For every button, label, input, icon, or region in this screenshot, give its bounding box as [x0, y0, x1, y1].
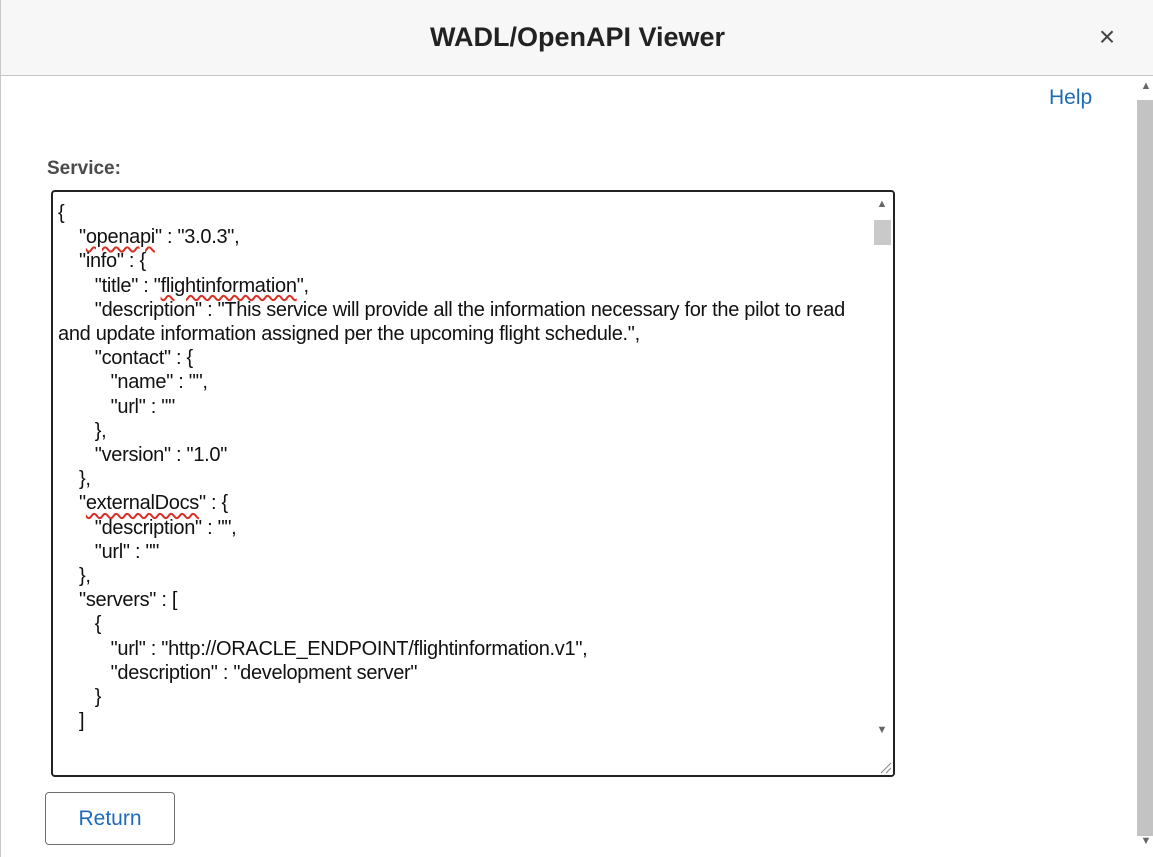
code-line: {: [58, 613, 102, 636]
code-line: "version" : "1.0": [58, 444, 228, 467]
code-line: }: [58, 686, 102, 709]
code-line: "info" : {: [58, 250, 146, 273]
page-scrollbar[interactable]: ▲ ▼: [1132, 78, 1153, 857]
dialog-title-bar: WADL/OpenAPI Viewer ×: [1, 0, 1153, 76]
scroll-up-arrow-icon[interactable]: ▲: [871, 198, 893, 210]
textarea-scroll-thumb[interactable]: [874, 220, 891, 245]
code-line: },: [58, 468, 91, 491]
code-line: "name" : "",: [58, 371, 208, 394]
code-line: "description" : "This service will provi…: [58, 298, 851, 346]
close-icon[interactable]: ×: [1093, 22, 1121, 52]
code-line: "description" : "",: [58, 516, 237, 539]
code-line: ]: [58, 710, 85, 733]
page-scroll-down-arrow-icon[interactable]: ▼: [1135, 835, 1153, 847]
scroll-down-arrow-icon[interactable]: ▼: [871, 724, 893, 736]
return-button[interactable]: Return: [45, 792, 175, 845]
code-line: "externalDocs" : {: [58, 492, 228, 515]
code-line: "contact" : {: [58, 347, 193, 370]
service-code-text[interactable]: { "openapi" : "3.0.3", "info" : { "title…: [58, 201, 864, 733]
code-line: {: [58, 202, 65, 224]
code-line: "url" : "http://ORACLE_ENDPOINT/flightin…: [58, 637, 588, 660]
spellcheck-word: flightinformation: [160, 274, 297, 297]
code-line: },: [58, 419, 107, 442]
help-link[interactable]: Help: [1049, 86, 1092, 110]
resize-grip-icon[interactable]: [878, 760, 892, 774]
service-textarea[interactable]: { "openapi" : "3.0.3", "info" : { "title…: [51, 190, 895, 777]
wadl-openapi-viewer-dialog: WADL/OpenAPI Viewer × Help Service: { "o…: [0, 0, 1153, 857]
spellcheck-word: openapi: [85, 226, 155, 249]
spellcheck-word: externalDocs: [85, 492, 199, 515]
textarea-scrollbar[interactable]: ▲ ▼: [871, 192, 893, 775]
code-line: "servers" : [: [58, 589, 178, 612]
code-line: },: [58, 565, 91, 588]
code-line: "url" : "": [58, 540, 160, 563]
code-line: "url" : "": [58, 395, 176, 418]
code-line: "openapi" : "3.0.3",: [58, 226, 240, 249]
code-line: "title" : "flightinformation",: [58, 274, 309, 297]
service-label: Service:: [47, 158, 121, 179]
dialog-title: WADL/OpenAPI Viewer: [429, 22, 726, 52]
page-scroll-thumb[interactable]: [1137, 100, 1153, 836]
page-scroll-up-arrow-icon[interactable]: ▲: [1135, 80, 1153, 92]
code-line: "description" : "development server": [58, 661, 418, 684]
